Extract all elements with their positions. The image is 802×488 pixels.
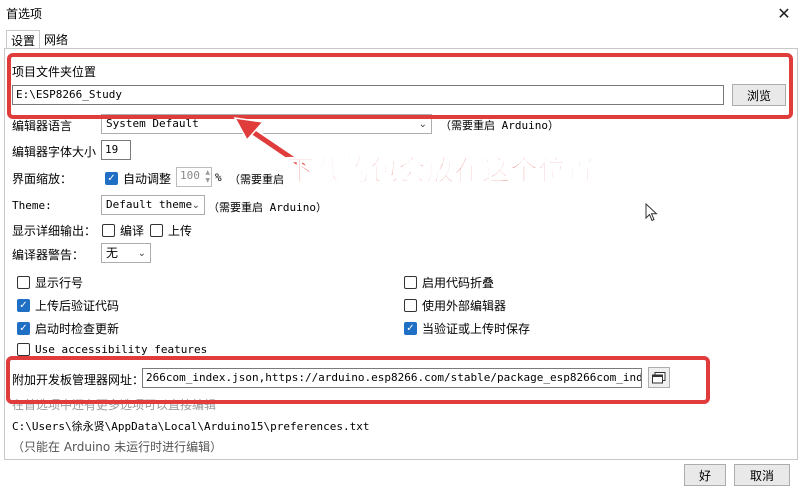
accessibility-label: Use accessibility features <box>35 343 208 356</box>
theme-note: （需要重启 Arduino） <box>208 201 327 214</box>
compiler-warnings-select[interactable]: 无 ⌄ <box>101 243 151 263</box>
interface-scale-label: 界面缩放： <box>12 172 73 186</box>
code-folding-checkbox[interactable]: 启用代码折叠 <box>404 274 494 291</box>
compiler-warnings-value: 无 <box>106 246 119 260</box>
tab-settings[interactable]: 设置 <box>6 30 41 48</box>
theme-select[interactable]: Default theme ⌄ <box>101 195 205 215</box>
verbose-upload-label: 上传 <box>168 224 193 238</box>
prefs-edit-note: （只能在 Arduino 未运行时进行编辑） <box>12 440 223 454</box>
code-folding-check-icon <box>404 276 417 289</box>
editor-language-label: 编辑器语言 <box>12 119 73 133</box>
chevron-down-icon: ⌄ <box>137 248 146 259</box>
accessibility-checkbox[interactable]: Use accessibility features <box>17 343 207 356</box>
check-updates-checkbox[interactable]: 启动时检查更新 <box>17 320 119 337</box>
verbose-compile-label: 编译 <box>120 224 145 238</box>
editor-language-note: （需要重启 Arduino） <box>440 119 559 132</box>
title-bar: 首选项 ✕ <box>0 0 802 26</box>
ok-button[interactable]: 好 <box>684 464 726 486</box>
chevron-down-icon: ⌄ <box>418 119 427 130</box>
font-size-label: 编辑器字体大小 <box>12 145 97 159</box>
check-updates-label: 启动时检查更新 <box>35 322 120 336</box>
save-on-verify-checkbox[interactable]: 当验证或上传时保存 <box>404 320 530 337</box>
verbose-compile-check-icon <box>102 224 115 237</box>
verbose-upload-checkbox[interactable]: 上传 <box>150 222 192 239</box>
font-size-input[interactable]: 19 <box>101 140 131 160</box>
show-line-numbers-label: 显示行号 <box>35 276 84 290</box>
close-icon[interactable]: ✕ <box>772 2 796 24</box>
external-editor-check-icon <box>404 299 417 312</box>
verbose-output-label: 显示详细输出： <box>12 224 97 238</box>
verify-after-upload-label: 上传后验证代码 <box>35 299 120 313</box>
verbose-compile-checkbox[interactable]: 编译 <box>102 222 144 239</box>
auto-scale-label: 自动调整 <box>123 172 172 186</box>
prefs-file-path[interactable]: C:\Users\徐永贤\AppData\Local\Arduino15\pre… <box>12 418 370 434</box>
scale-unit: % <box>215 171 222 184</box>
show-line-numbers-check-icon <box>17 276 30 289</box>
verbose-upload-check-icon <box>150 224 163 237</box>
code-folding-label: 启用代码折叠 <box>422 276 495 290</box>
show-line-numbers-checkbox[interactable]: 显示行号 <box>17 274 83 291</box>
auto-scale-check-icon <box>105 172 118 185</box>
tab-network[interactable]: 网络 <box>40 30 72 48</box>
mouse-cursor-icon <box>645 203 658 222</box>
chevron-down-icon: ⌄ <box>191 200 200 211</box>
compiler-warnings-label: 编译器警告： <box>12 248 85 262</box>
scale-percent-value: 100 <box>180 169 200 182</box>
cancel-button[interactable]: 取消 <box>734 464 790 486</box>
external-editor-label: 使用外部编辑器 <box>422 299 507 313</box>
accessibility-check-icon <box>17 343 30 356</box>
window-title: 首选项 <box>6 7 43 21</box>
verify-after-upload-check-icon <box>17 299 30 312</box>
spinner-arrows-icon: ▲ ▼ <box>205 169 210 184</box>
annotation-text: 下载的包会放在这个位置 <box>285 154 595 188</box>
scale-percent-input: 100 ▲ ▼ <box>176 167 212 187</box>
check-updates-check-icon <box>17 322 30 335</box>
save-on-verify-check-icon <box>404 322 417 335</box>
auto-scale-checkbox[interactable]: 自动调整 <box>105 170 171 187</box>
board-manager-highlight-box <box>6 356 710 404</box>
theme-value: Default theme <box>106 198 193 211</box>
external-editor-checkbox[interactable]: 使用外部编辑器 <box>404 297 506 314</box>
verify-after-upload-checkbox[interactable]: 上传后验证代码 <box>17 297 119 314</box>
theme-label: Theme: <box>12 199 52 212</box>
save-on-verify-label: 当验证或上传时保存 <box>422 322 531 336</box>
sketchbook-highlight-box <box>7 53 793 119</box>
